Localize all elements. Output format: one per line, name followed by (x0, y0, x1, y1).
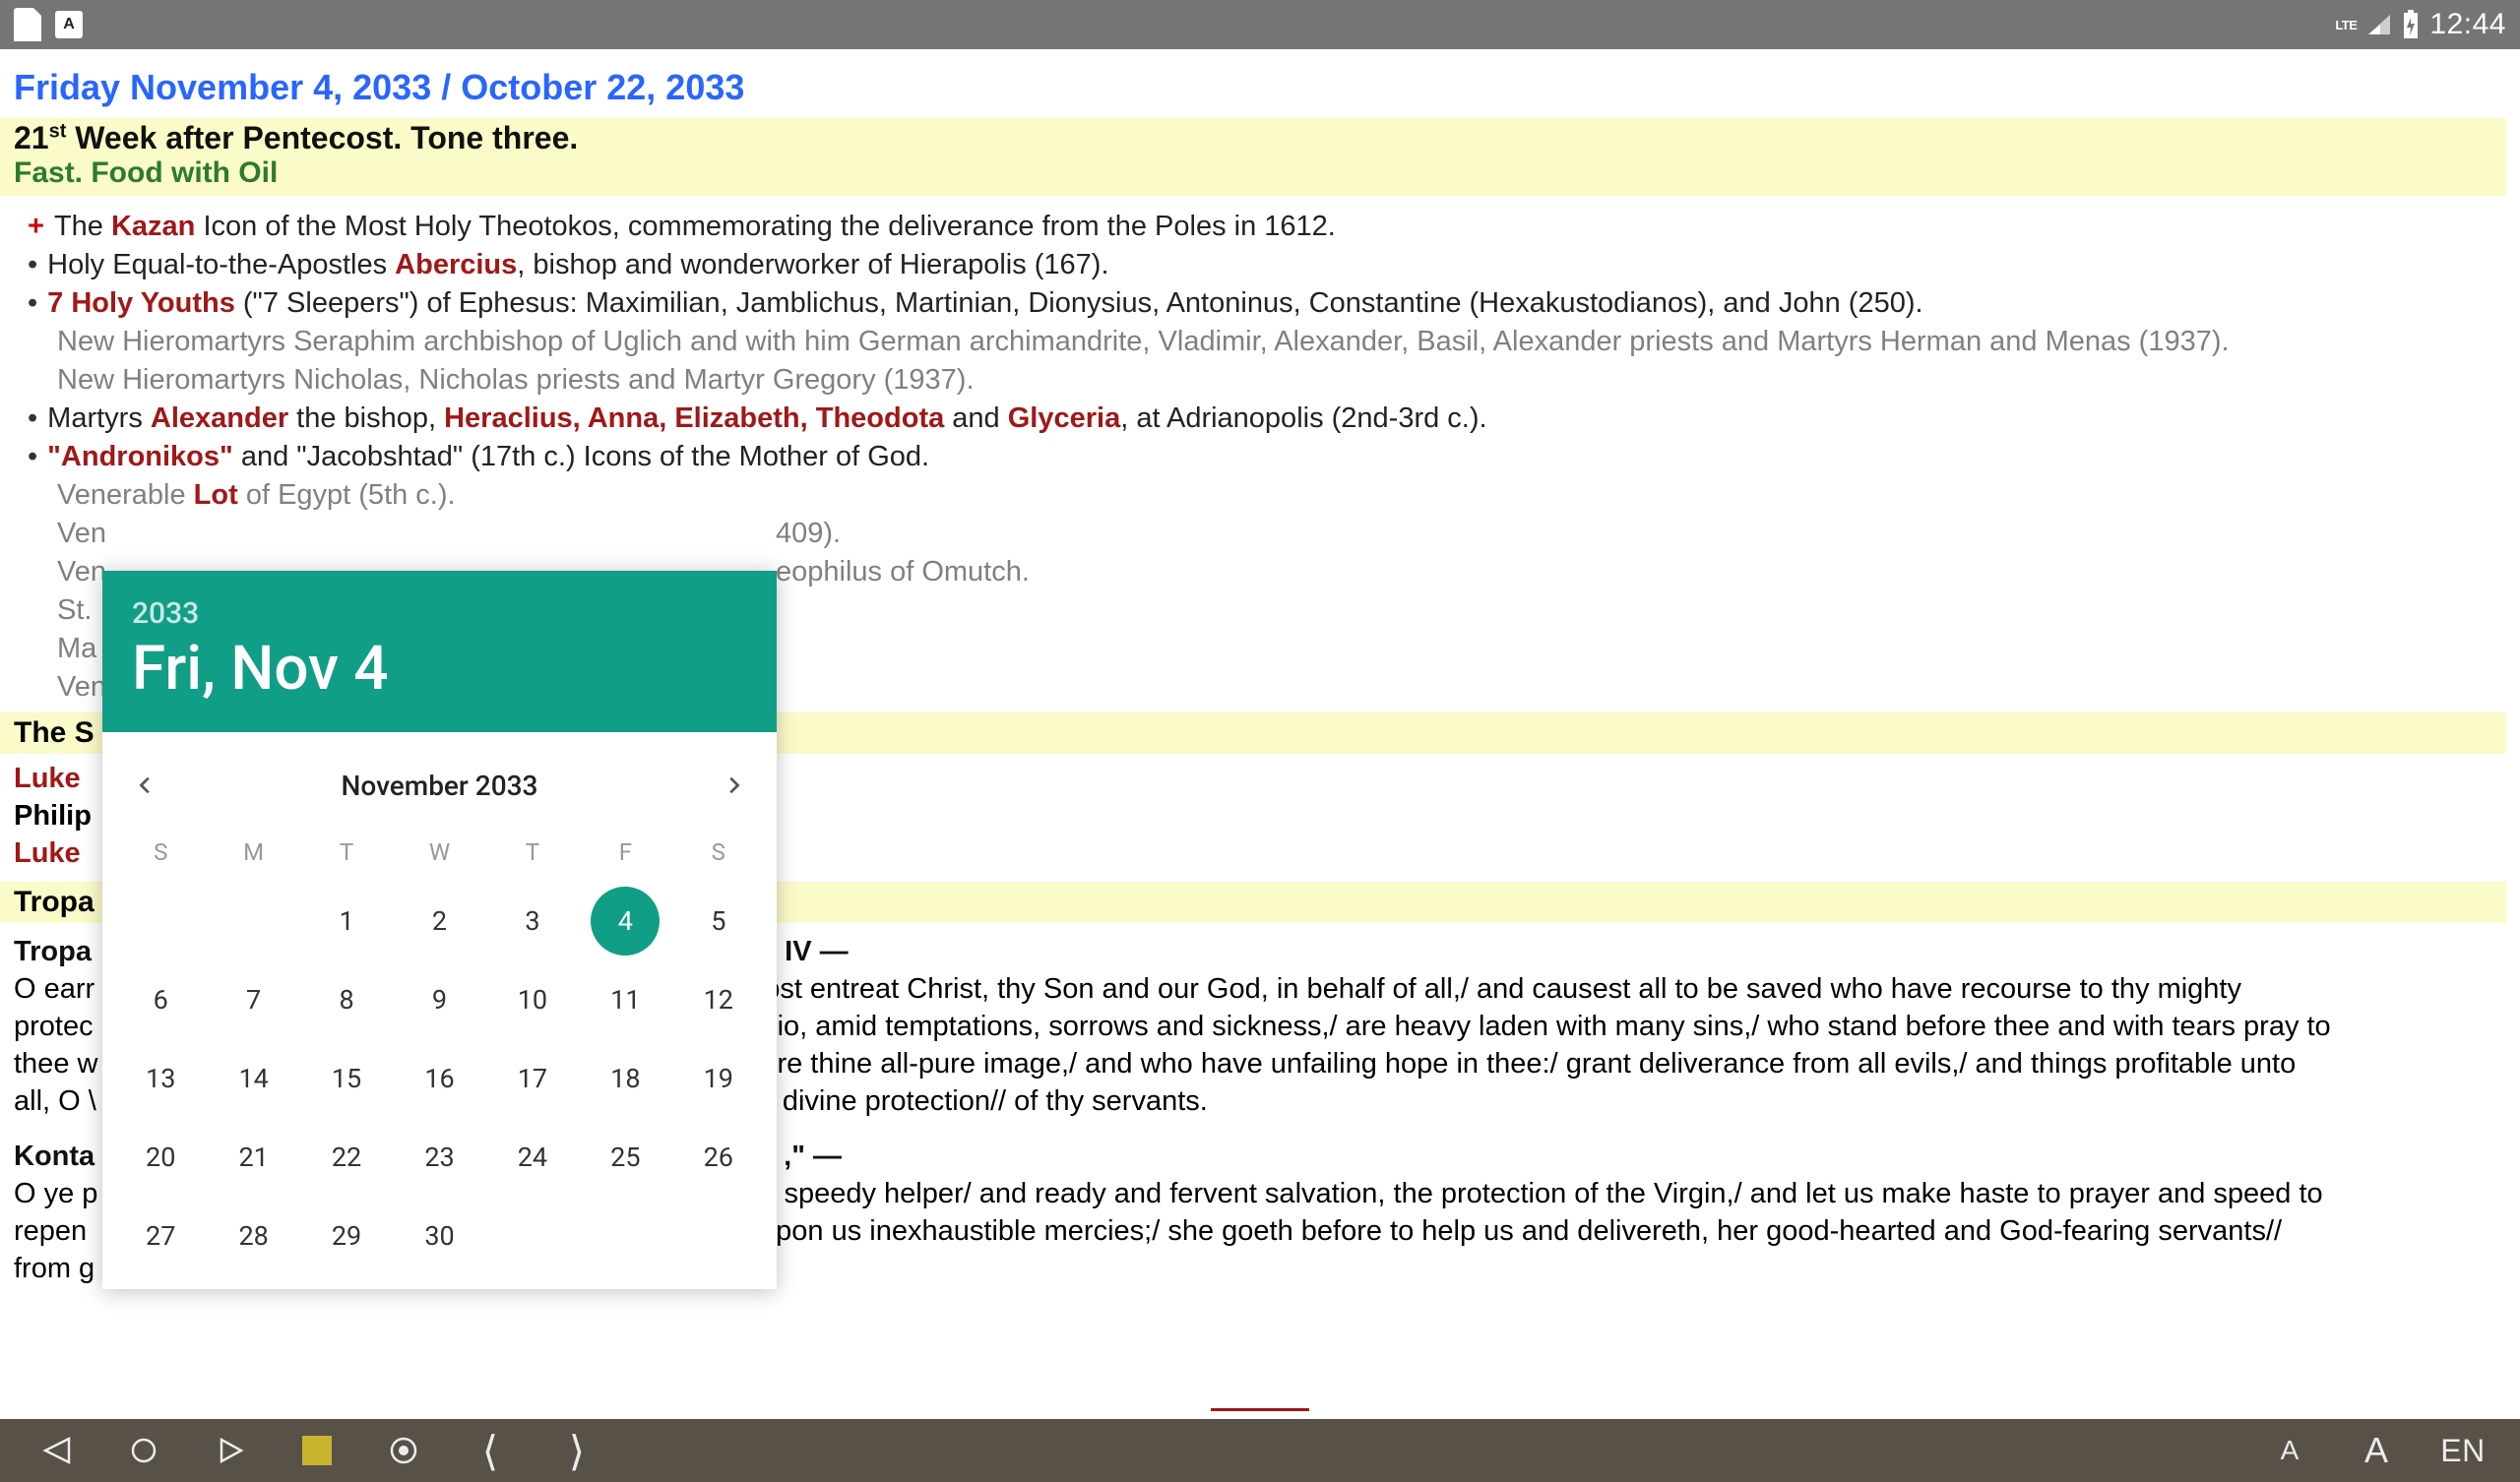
feast-row: • Holy Equal-to-the-Apostles Abercius, b… (28, 246, 2506, 284)
prev-day-button[interactable]: ⟨ (471, 1427, 510, 1475)
datepicker-day[interactable]: 11 (579, 960, 671, 1039)
feast-row: • "Andronikos" and "Jacobshtad" (17th c.… (28, 438, 2506, 476)
datepicker-day[interactable]: 2 (393, 882, 485, 960)
datepicker-day[interactable]: 1 (300, 882, 393, 960)
datepicker-blank (114, 882, 207, 960)
feast-row: New Hieromartyrs Nicholas, Nicholas prie… (28, 361, 2506, 400)
feast-bullet-icon: • (28, 246, 37, 284)
datepicker-day[interactable]: 3 (486, 882, 579, 960)
feast-bullet-icon: • (28, 284, 37, 323)
week-line: 21st Week after Pentecost. Tone three. (14, 120, 2492, 156)
datepicker-day[interactable]: 8 (300, 960, 393, 1039)
datepicker-dow-label: S (114, 823, 207, 882)
datepicker-day[interactable]: 19 (672, 1039, 765, 1118)
nav-home-button[interactable] (124, 1437, 163, 1464)
datepicker-day[interactable]: 24 (486, 1118, 579, 1197)
datepicker-day[interactable]: 6 (114, 960, 207, 1039)
datepicker-day[interactable]: 14 (207, 1039, 299, 1118)
keyboard-indicator-icon: A (55, 11, 83, 38)
signal-icon (2366, 13, 2392, 36)
datepicker-day[interactable]: 10 (486, 960, 579, 1039)
datepicker-day[interactable]: 21 (207, 1118, 299, 1197)
datepicker-day[interactable]: 22 (300, 1118, 393, 1197)
datepicker-dow-label: T (300, 823, 393, 882)
feast-row: • 7 Holy Youths ("7 Sleepers") of Ephesu… (28, 284, 2506, 323)
feast-row: New Hieromartyrs Seraphim archbishop of … (28, 323, 2506, 361)
font-decrease-button[interactable]: A (2270, 1435, 2309, 1466)
datepicker-year[interactable]: 2033 (132, 596, 747, 631)
feast-row: Ven409). (28, 515, 2506, 553)
datepicker-header: 2033 Fri, Nov 4 (102, 571, 777, 732)
feast-row: • Martyrs Alexander the bishop, Heracliu… (28, 400, 2506, 438)
datepicker-day[interactable]: 9 (393, 960, 485, 1039)
datepicker-day[interactable]: 27 (114, 1197, 207, 1275)
battery-icon (2402, 10, 2420, 39)
datepicker-dow-label: T (486, 823, 579, 882)
datepicker-dow-label: F (579, 823, 671, 882)
page-date-title: Friday November 4, 2033 / October 22, 20… (0, 49, 2520, 118)
datepicker-blank (207, 882, 299, 960)
datepicker-day[interactable]: 16 (393, 1039, 485, 1118)
network-lte-label: LTE (2335, 18, 2357, 32)
datepicker-day[interactable]: 4 (579, 882, 671, 960)
font-increase-button[interactable]: A (2357, 1430, 2396, 1471)
calendar-grid-button[interactable] (297, 1435, 337, 1466)
nav-back-button[interactable] (37, 1435, 77, 1466)
datepicker-day[interactable]: 30 (393, 1197, 485, 1275)
clock: 12:44 (2429, 8, 2506, 41)
datepicker-selected-date[interactable]: Fri, Nov 4 (132, 633, 747, 705)
datepicker-day[interactable]: 23 (393, 1118, 485, 1197)
datepicker-day[interactable]: 18 (579, 1039, 671, 1118)
datepicker-day[interactable]: 28 (207, 1197, 299, 1275)
nav-play-button[interactable] (211, 1436, 250, 1465)
datepicker-day[interactable]: 7 (207, 960, 299, 1039)
datepicker-month-label: November 2033 (342, 770, 538, 802)
next-day-button[interactable]: ⟩ (557, 1427, 597, 1475)
datepicker-day[interactable]: 25 (579, 1118, 671, 1197)
sd-card-icon (14, 8, 41, 41)
datepicker-day[interactable]: 20 (114, 1118, 207, 1197)
fast-line: Fast. Food with Oil (14, 156, 2492, 190)
datepicker-day[interactable]: 17 (486, 1039, 579, 1118)
datepicker-dow-label: S (672, 823, 765, 882)
feast-bullet-icon: • (28, 438, 37, 476)
datepicker-day[interactable]: 5 (672, 882, 765, 960)
feast-row: + The Kazan Icon of the Most Holy Theoto… (28, 208, 2506, 246)
language-button[interactable]: EN (2443, 1433, 2483, 1469)
datepicker-day[interactable]: 12 (672, 960, 765, 1039)
feast-bullet-icon: + (28, 208, 44, 246)
feast-bullet-icon: • (28, 400, 37, 438)
datepicker-prev-month[interactable] (126, 766, 165, 805)
week-block: 21st Week after Pentecost. Tone three. F… (0, 118, 2506, 196)
datepicker-day[interactable]: 26 (672, 1118, 765, 1197)
section-divider (1211, 1408, 1309, 1411)
feast-row: Venerable Lot of Egypt (5th c.). (28, 476, 2506, 515)
datepicker-day[interactable]: 15 (300, 1039, 393, 1118)
today-target-button[interactable] (384, 1436, 423, 1465)
datepicker-dow-label: M (207, 823, 299, 882)
datepicker-dow-label: W (393, 823, 485, 882)
datepicker-day[interactable]: 13 (114, 1039, 207, 1118)
datepicker-day[interactable]: 29 (300, 1197, 393, 1275)
datepicker-next-month[interactable] (714, 766, 753, 805)
datepicker-dialog: 2033 Fri, Nov 4 November 2033 SMTWTFS 12… (102, 571, 777, 1289)
